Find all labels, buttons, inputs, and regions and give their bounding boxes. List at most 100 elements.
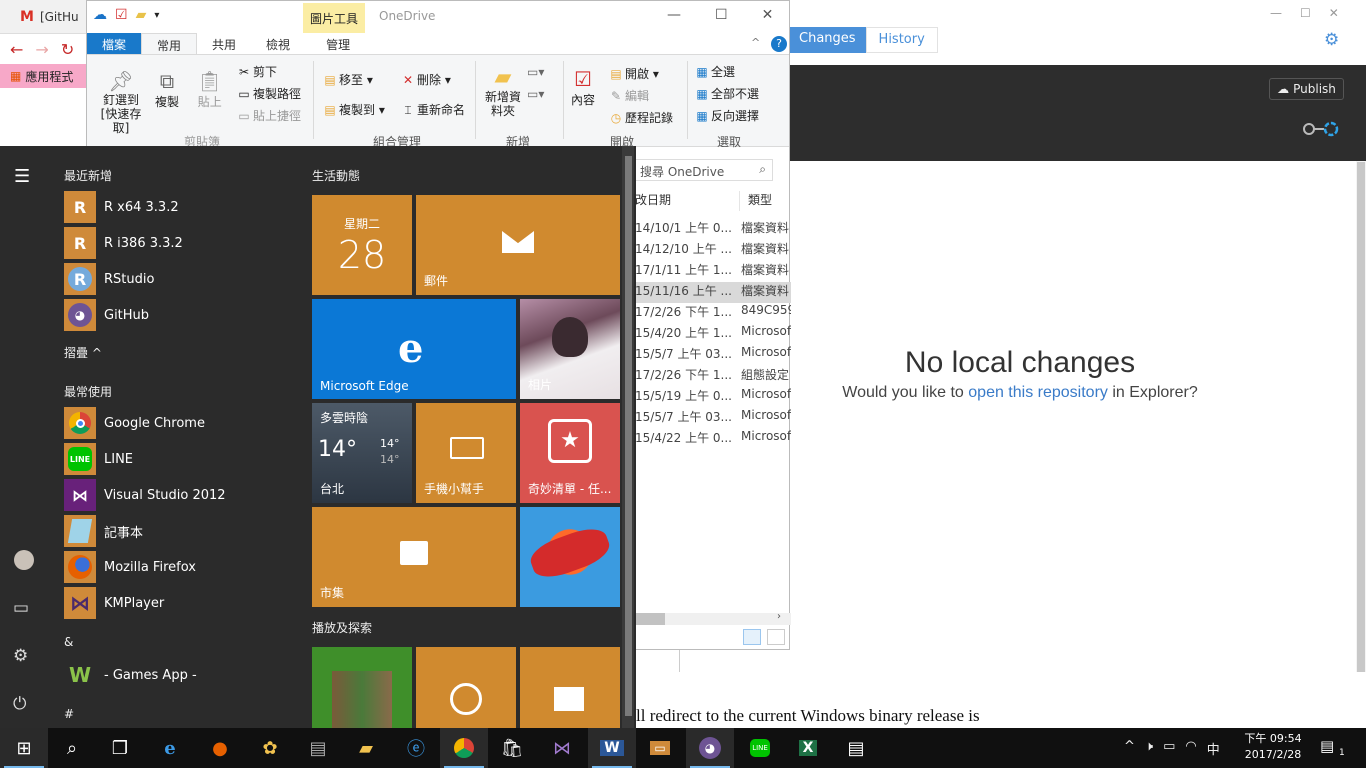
taskbar-line[interactable]: LINE (736, 728, 784, 768)
minecraft-tile[interactable] (312, 647, 412, 728)
column-date-modified[interactable]: 改日期 (635, 191, 739, 211)
taskbar-chrome[interactable] (440, 728, 488, 768)
maximize-icon[interactable]: ☐ (1300, 6, 1311, 20)
power-icon[interactable]: ⏻ (13, 694, 26, 714)
github-scrollbar-thumb[interactable] (1357, 162, 1365, 672)
app-r-i386[interactable]: R R i386 3.3.2 (64, 226, 294, 260)
taskbar-rstudio[interactable]: ▭ (636, 728, 684, 768)
edit-button[interactable]: ✎ 編輯 (609, 87, 649, 104)
taskbar-app-list[interactable]: ▤ (832, 728, 880, 768)
taskbar-ie[interactable]: ⓔ (392, 728, 440, 768)
file-row[interactable]: 17/2/26 下午 1... 組態設定 (635, 366, 791, 387)
hamburger-menu-icon[interactable]: ☰ (14, 166, 30, 187)
chevron-up-icon[interactable]: ^ (1124, 739, 1135, 758)
file-explorer-icon[interactable]: ▭ (13, 598, 29, 618)
file-row[interactable]: 17/2/26 下午 1... 849C959 (635, 303, 791, 324)
taskbar-word[interactable]: W (588, 728, 636, 768)
history-button[interactable]: ◷ 歷程記錄 (609, 109, 673, 126)
reload-icon[interactable]: ↻ (61, 40, 74, 59)
search-input[interactable]: 搜尋 OneDrive ⌕ (635, 159, 773, 181)
file-row[interactable]: 15/5/7 上午 03... Microsof (635, 408, 791, 429)
taskbar-store[interactable]: 🛍︎ (488, 728, 536, 768)
taskbar-file-explorer[interactable]: ▰ (342, 728, 390, 768)
pin-quick-access-button[interactable]: 📌︎ 釘選到 [快速存取] (95, 69, 147, 135)
properties-quick-icon[interactable]: ☑ (115, 7, 128, 23)
bookmark-apps[interactable]: 應用程式 (25, 68, 73, 85)
groove-music-tile[interactable] (416, 647, 516, 728)
tab-file[interactable]: 檔案 (87, 33, 142, 54)
calendar-tile[interactable]: 星期二 28 (312, 195, 412, 295)
movies-tv-tile[interactable] (520, 647, 620, 728)
browser-tab[interactable]: M [GitHu (10, 4, 90, 30)
start-scrollbar-thumb[interactable] (625, 156, 632, 716)
taskbar-github[interactable]: ◕ (686, 728, 734, 768)
gear-icon[interactable]: ⚙ (1324, 30, 1339, 50)
mail-tile[interactable]: 郵件 (416, 195, 620, 295)
settings-gear-icon[interactable]: ⚙ (13, 646, 28, 666)
file-row[interactable]: 15/4/22 上午 0... Microsof (635, 429, 791, 450)
tab-changes[interactable]: Changes (789, 27, 866, 53)
taskbar-edge[interactable]: e (146, 728, 194, 768)
minimize-icon[interactable]: — (667, 7, 681, 23)
forward-icon[interactable]: → (35, 40, 48, 59)
wifi-icon[interactable]: ◠ (1185, 739, 1196, 758)
scroll-right-icon[interactable]: › (777, 611, 781, 622)
weather-tile[interactable]: 多雲時陰 14° 14° 14° 台北 (312, 403, 412, 503)
copy-path-button[interactable]: ▭ 複製路徑 (237, 85, 301, 102)
file-row[interactable]: 17/1/11 上午 1... 檔案資料 (635, 261, 791, 282)
details-view-icon[interactable] (743, 629, 761, 645)
taskbar-notepad[interactable]: ▤ (294, 728, 342, 768)
app-github[interactable]: ◕ GitHub (64, 298, 294, 332)
app-rstudio[interactable]: R RStudio (64, 262, 294, 296)
start-button[interactable]: ⊞ (0, 728, 48, 768)
store-tile[interactable]: 市集 (312, 507, 516, 607)
tab-history[interactable]: History (865, 27, 938, 53)
user-avatar[interactable] (14, 550, 34, 570)
invert-selection-button[interactable]: ▦ 反向選擇 (695, 107, 759, 124)
new-item-button[interactable]: ▭▾ (527, 65, 544, 79)
copy-button[interactable]: ⧉ 複製 (155, 69, 179, 110)
task-view-button[interactable]: ❐ (96, 728, 144, 768)
app-notepad[interactable]: 記事本 (64, 514, 294, 548)
app-firefox[interactable]: Mozilla Firefox (64, 550, 294, 584)
taskbar-firefox[interactable]: ● (196, 728, 244, 768)
sync-toggle-icon[interactable] (1302, 121, 1340, 137)
photos-tile[interactable]: 相片 (520, 299, 620, 399)
tab-view[interactable]: 檢視 (251, 33, 305, 54)
file-row[interactable]: 14/12/10 上午 ... 檔案資料 (635, 240, 791, 261)
app-kmplayer[interactable]: ⋈ KMPlayer (64, 586, 294, 620)
file-row[interactable]: 15/11/16 上午 ... 檔案資料 (635, 282, 791, 303)
select-all-button[interactable]: ▦ 全選 (695, 63, 735, 80)
file-row[interactable]: 15/5/19 上午 0... Microsof (635, 387, 791, 408)
publish-button[interactable]: ☁ Publish (1269, 78, 1344, 100)
phone-companion-tile[interactable]: 手機小幫手 (416, 403, 516, 503)
select-none-button[interactable]: ▦ 全部不選 (695, 85, 759, 102)
file-row[interactable]: 14/10/1 上午 0... 檔案資料 (635, 219, 791, 240)
back-icon[interactable]: ← (10, 40, 23, 59)
wunderlist-tile[interactable]: ★ 奇妙清單 - 任... (520, 403, 620, 503)
copy-to-button[interactable]: ▤ 複製到 ▾ (323, 101, 385, 118)
new-folder-quick-icon[interactable]: ▰ (136, 7, 147, 23)
open-button[interactable]: ▤ 開啟 ▾ (609, 65, 659, 82)
minimize-icon[interactable]: — (1270, 6, 1282, 20)
tab-share[interactable]: 共用 (197, 33, 251, 54)
paste-button[interactable]: 📋︎ 貼上 (197, 69, 222, 110)
paste-shortcut-button[interactable]: ▭ 貼上捷徑 (237, 107, 301, 124)
cut-button[interactable]: ✂ 剪下 (237, 63, 277, 80)
properties-button[interactable]: ☑ 內容 (571, 67, 595, 108)
column-type[interactable]: 類型 (739, 191, 772, 211)
taskbar-photos[interactable]: ✿ (246, 728, 294, 768)
delete-button[interactable]: ✕ 刪除 ▾ (401, 71, 451, 88)
app-google-chrome[interactable]: Google Chrome (64, 406, 294, 440)
close-icon[interactable]: ✕ (762, 7, 774, 23)
ime-indicator[interactable]: 中 (1207, 739, 1220, 758)
collapse-toggle[interactable]: 摺疊 ^ (64, 344, 102, 361)
collapse-ribbon-icon[interactable]: ^ (751, 36, 760, 49)
app-games[interactable]: W - Games App - (64, 658, 294, 692)
maximize-icon[interactable]: ☐ (715, 7, 728, 23)
volume-muted-icon[interactable]: 🕨︎ (1145, 739, 1153, 758)
rename-button[interactable]: ⌶ 重新命名 (401, 101, 465, 118)
battery-icon[interactable]: ▭ (1163, 739, 1175, 758)
candy-crush-tile[interactable] (520, 507, 620, 607)
help-icon[interactable]: ? (771, 36, 787, 52)
